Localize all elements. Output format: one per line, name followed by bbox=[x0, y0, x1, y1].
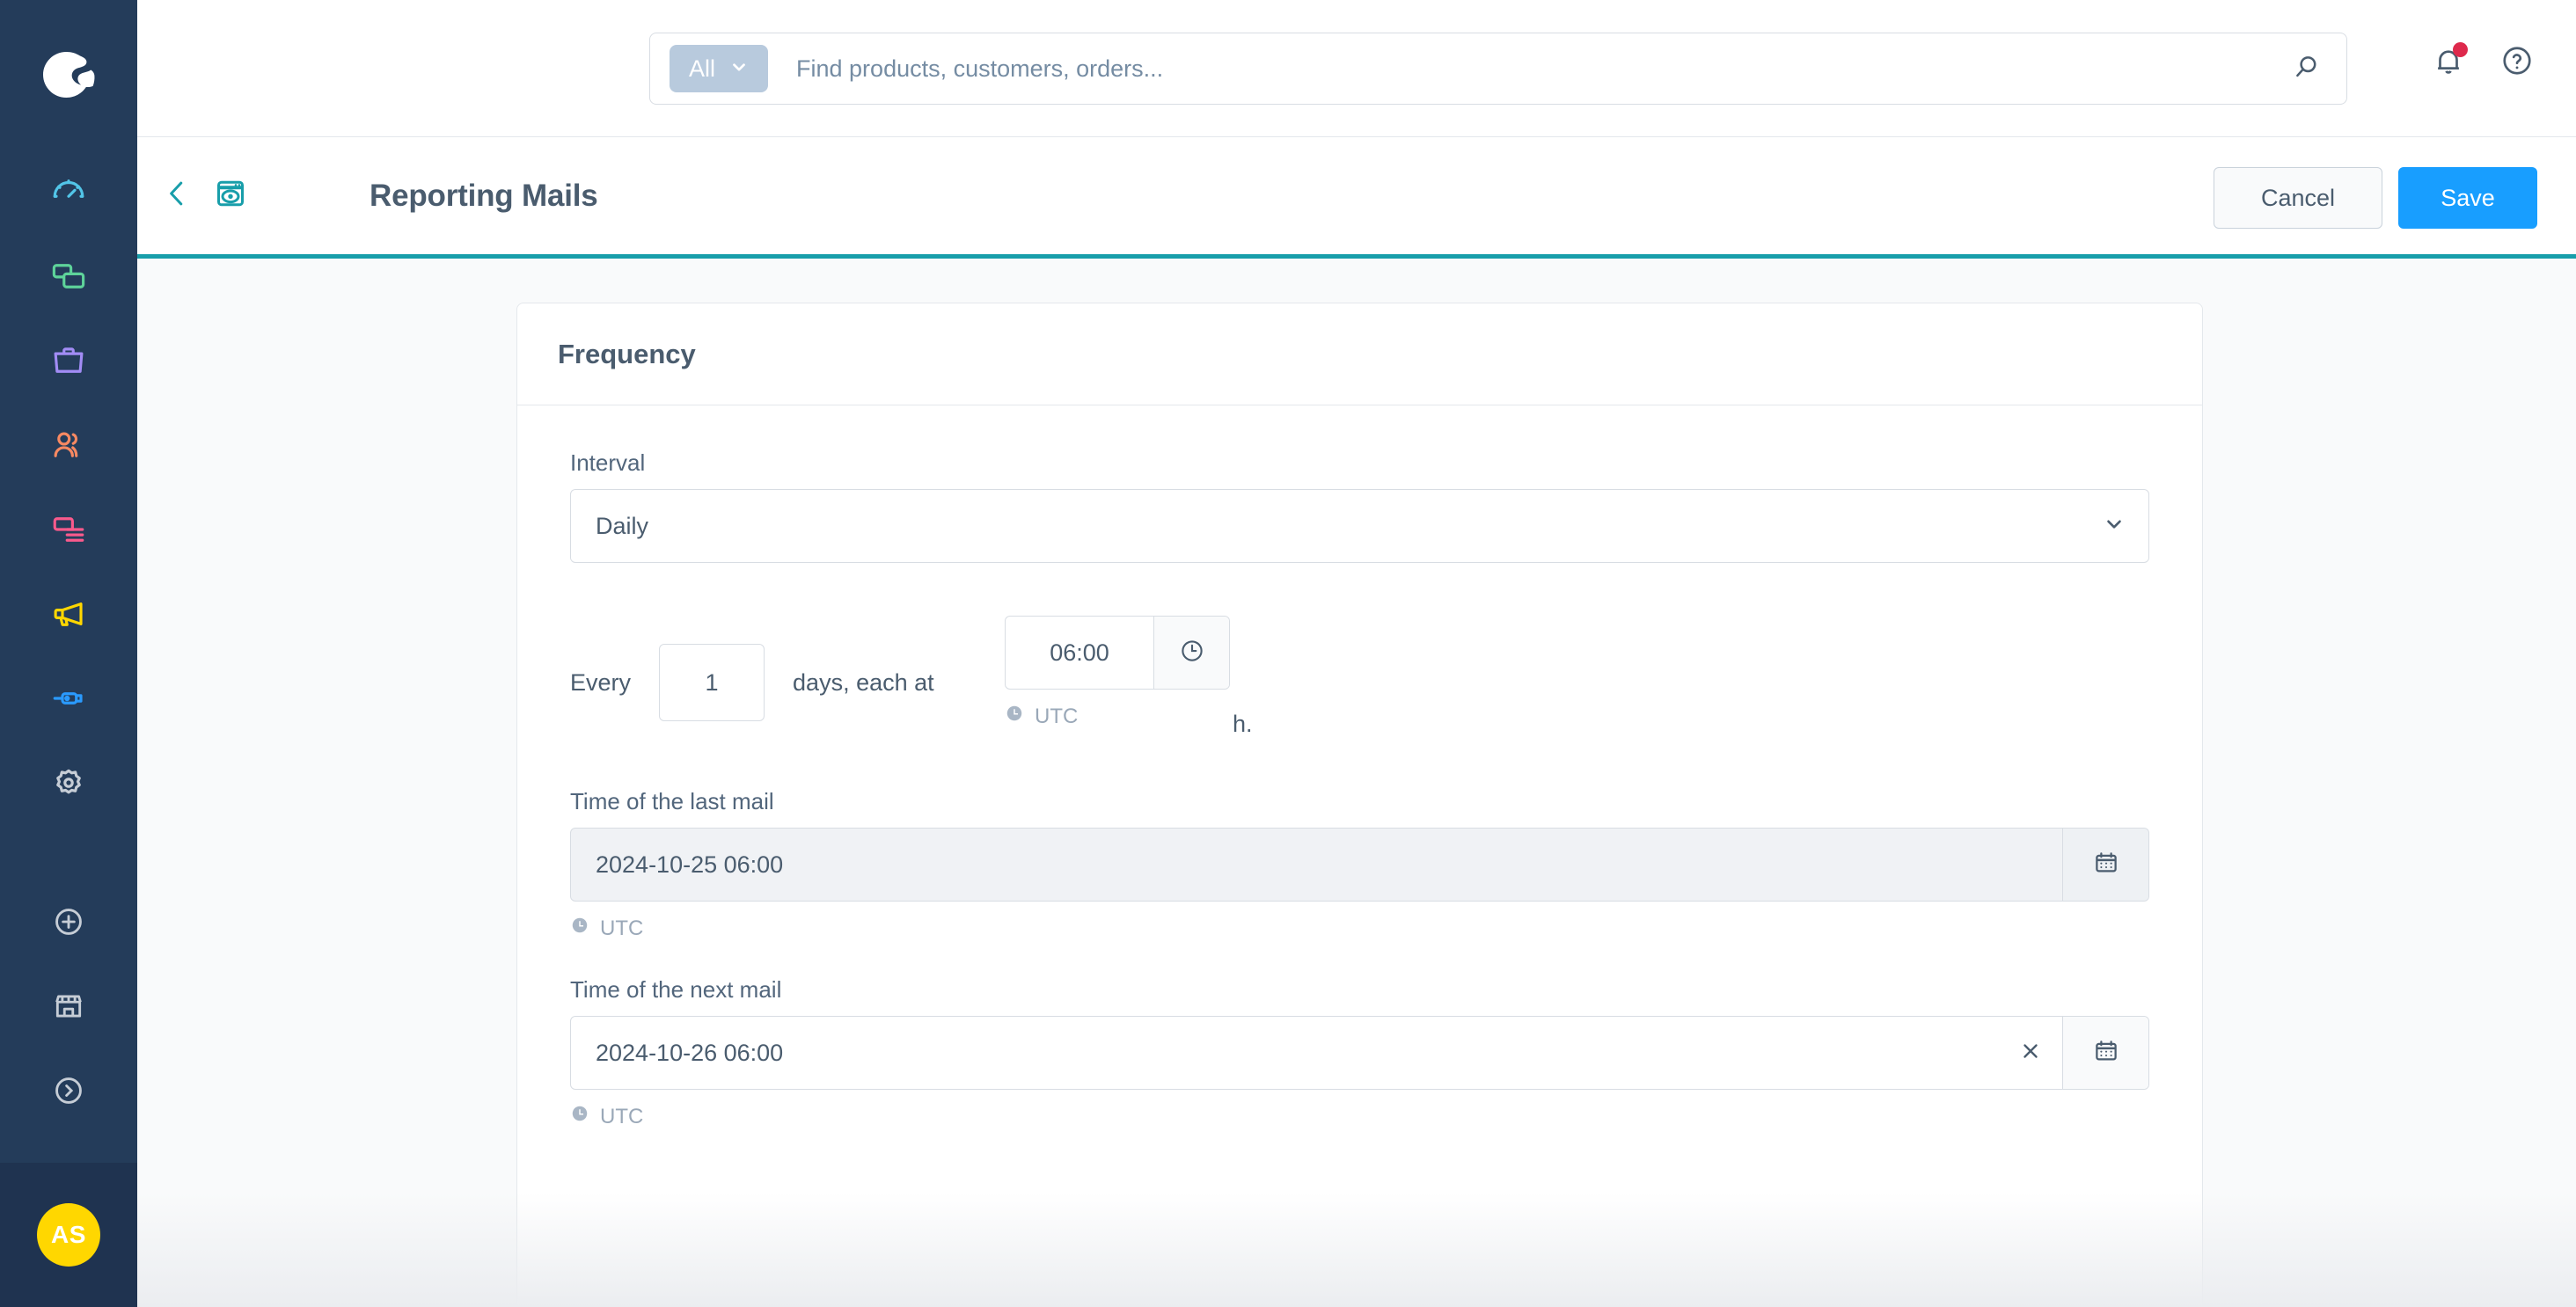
cards-icon bbox=[50, 258, 87, 295]
interval-select[interactable]: Daily bbox=[570, 489, 2149, 563]
megaphone-icon bbox=[50, 595, 87, 632]
clock-icon bbox=[570, 916, 589, 941]
global-search: All bbox=[649, 33, 2347, 105]
frequency-card-body: Interval Daily Every 1 days, each at 06:… bbox=[517, 405, 2202, 1129]
sidebar-item-settings[interactable] bbox=[0, 741, 137, 825]
last-mail-utc-label: UTC bbox=[600, 916, 644, 940]
shopware-logo[interactable] bbox=[0, 0, 137, 150]
interval-count-input[interactable]: 1 bbox=[659, 644, 765, 721]
clock-icon bbox=[1005, 704, 1024, 729]
page-header-actions: Cancel Save bbox=[2214, 167, 2537, 229]
next-mail-input[interactable]: 2024-10-26 06:00 bbox=[571, 1017, 1999, 1089]
next-mail-utc-label: UTC bbox=[600, 1104, 644, 1128]
interval-label: Interval bbox=[570, 449, 646, 476]
sidebar-item-orders[interactable] bbox=[0, 318, 137, 403]
sidebar: AS bbox=[0, 0, 137, 1307]
daily-time-input-group: 06:00 bbox=[1005, 616, 1230, 690]
plus-circle-icon bbox=[52, 905, 85, 938]
chevron-left-icon bbox=[160, 177, 194, 215]
sidebar-item-dashboard[interactable] bbox=[0, 150, 137, 234]
search-scope-selector[interactable]: All bbox=[670, 45, 769, 92]
search-submit-button[interactable] bbox=[2267, 33, 2346, 104]
gauge-icon bbox=[50, 173, 87, 210]
browser-eye-icon bbox=[215, 178, 246, 214]
question-circle-icon bbox=[2500, 44, 2534, 82]
chevron-down-icon bbox=[2103, 513, 2126, 540]
chevron-right-circle-icon bbox=[52, 1074, 85, 1107]
app-root: AS All Find products, customers, orders.… bbox=[0, 0, 2576, 1307]
bag-icon bbox=[50, 342, 87, 379]
search-icon bbox=[2292, 52, 2322, 86]
sidebar-item-add[interactable] bbox=[0, 880, 137, 964]
daily-time-input[interactable]: 06:00 bbox=[1006, 617, 1153, 689]
daily-time-picker-button[interactable] bbox=[1153, 617, 1229, 689]
sidebar-item-catalogues[interactable] bbox=[0, 234, 137, 318]
clock-icon bbox=[1179, 638, 1205, 668]
module-icon-button[interactable] bbox=[215, 178, 246, 214]
next-mail-field: Time of the next mail 2024-10-26 06:00 U… bbox=[570, 976, 2149, 1129]
plug-icon bbox=[50, 680, 87, 717]
sidebar-item-marketing[interactable] bbox=[0, 572, 137, 656]
sidebar-item-extensions[interactable] bbox=[0, 656, 137, 741]
sidebar-item-storefront[interactable] bbox=[0, 964, 137, 1048]
every-middle-label: days, each at bbox=[793, 668, 934, 696]
content-area: Frequency Interval Daily Every 1 days, e… bbox=[137, 259, 2576, 1307]
avatar[interactable]: AS bbox=[37, 1203, 100, 1267]
search-scope-label: All bbox=[689, 55, 716, 82]
back-button[interactable] bbox=[160, 177, 194, 215]
interval-value: Daily bbox=[596, 512, 649, 539]
notifications-button[interactable] bbox=[2432, 42, 2468, 82]
every-prefix-label: Every bbox=[570, 668, 632, 696]
topbar-actions bbox=[2432, 42, 2534, 82]
store-icon bbox=[52, 989, 85, 1023]
calendar-icon bbox=[2093, 850, 2119, 880]
frequency-card: Frequency Interval Daily Every 1 days, e… bbox=[516, 303, 2203, 1307]
gear-icon bbox=[50, 764, 87, 801]
next-mail-clear-button[interactable] bbox=[1999, 1017, 2062, 1089]
users-icon bbox=[50, 427, 87, 464]
save-button[interactable]: Save bbox=[2398, 167, 2537, 229]
next-mail-calendar-button[interactable] bbox=[2062, 1017, 2148, 1089]
next-mail-input-group: 2024-10-26 06:00 bbox=[570, 1016, 2149, 1090]
sidebar-item-content[interactable] bbox=[0, 487, 137, 572]
sidebar-item-collapse[interactable] bbox=[0, 1048, 137, 1133]
calendar-icon bbox=[2093, 1038, 2119, 1069]
next-mail-utc-hint: UTC bbox=[570, 1104, 2149, 1129]
topbar: All bbox=[137, 0, 2576, 137]
content-icon bbox=[50, 511, 87, 548]
frequency-card-title: Frequency bbox=[558, 338, 696, 369]
notification-badge bbox=[2453, 42, 2468, 57]
cancel-button[interactable]: Cancel bbox=[2214, 167, 2382, 229]
frequency-card-header: Frequency bbox=[517, 303, 2202, 405]
page-header: Reporting Mails Cancel Save bbox=[137, 137, 2576, 259]
sidebar-nav bbox=[0, 150, 137, 1133]
last-mail-field: Time of the last mail 2024-10-25 06:00 U… bbox=[570, 788, 2149, 941]
page-title: Reporting Mails bbox=[370, 178, 598, 213]
last-mail-label: Time of the last mail bbox=[570, 788, 774, 814]
daily-time-field: 06:00 UTC bbox=[1005, 616, 1230, 729]
interval-detail-row: Every 1 days, each at 06:00 UTC h. bbox=[570, 612, 2149, 753]
clock-icon bbox=[570, 1104, 589, 1129]
sidebar-user-area: AS bbox=[0, 1163, 137, 1307]
search-input[interactable] bbox=[796, 55, 2267, 83]
interval-field: Interval Daily bbox=[570, 449, 2149, 563]
chevron-down-icon bbox=[729, 57, 749, 81]
last-mail-utc-hint: UTC bbox=[570, 916, 2149, 941]
last-mail-input: 2024-10-25 06:00 bbox=[596, 851, 784, 878]
daily-time-utc-hint: UTC bbox=[1005, 704, 1230, 729]
close-icon bbox=[2019, 1040, 2042, 1067]
sidebar-item-customers[interactable] bbox=[0, 403, 137, 487]
last-mail-calendar-button[interactable] bbox=[2062, 829, 2148, 901]
daily-time-utc-label: UTC bbox=[1035, 704, 1079, 728]
every-suffix-label: h. bbox=[1233, 711, 1253, 737]
next-mail-label: Time of the next mail bbox=[570, 976, 782, 1003]
last-mail-input-group: 2024-10-25 06:00 bbox=[570, 828, 2149, 902]
help-button[interactable] bbox=[2500, 44, 2534, 82]
main-region: All Find products, customers, orders... … bbox=[137, 0, 2576, 1307]
